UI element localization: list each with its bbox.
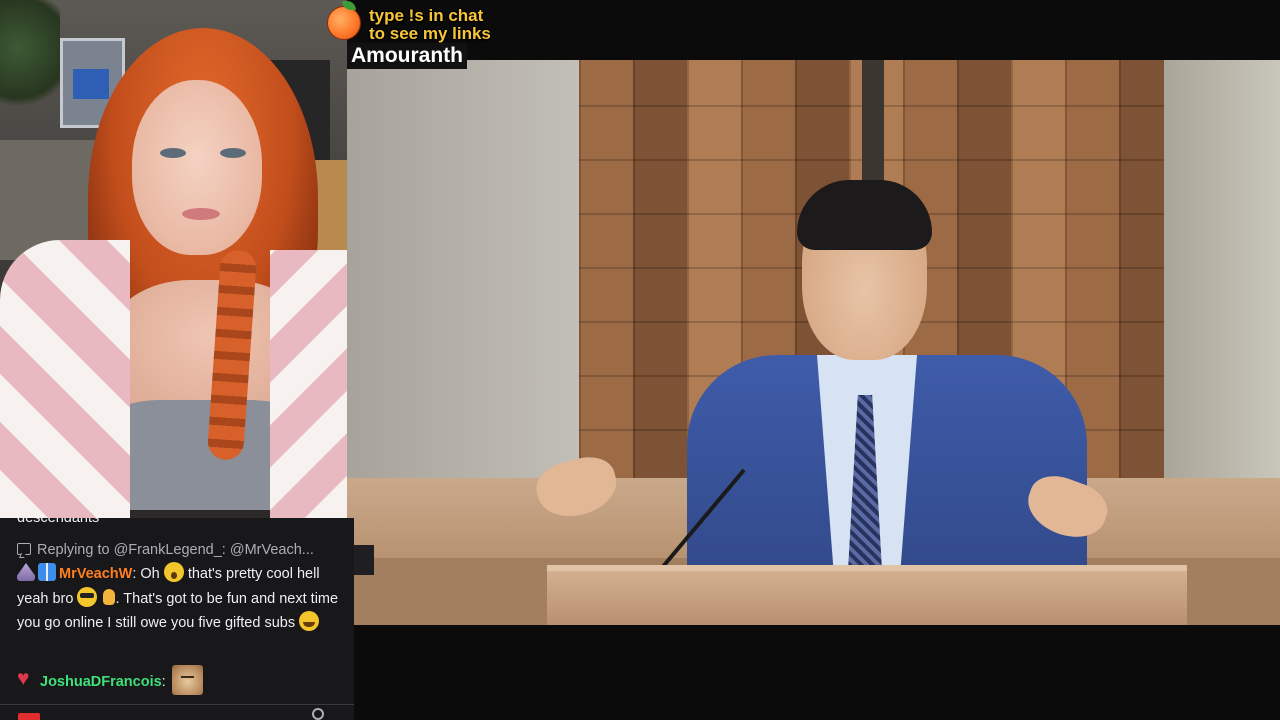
cat-emote-icon[interactable] — [171, 665, 203, 695]
banner-line-2: to see my links — [369, 24, 491, 43]
reply-text: Replying to @FrankLegend_: @MrVeach... — [37, 542, 314, 558]
laughing-emoji-icon — [299, 611, 320, 631]
chat-input-bar[interactable] — [0, 704, 354, 720]
reply-icon — [17, 543, 31, 555]
streamer-face — [132, 80, 262, 255]
hat-badge-icon[interactable] — [17, 563, 35, 581]
streamer-eye-left — [160, 148, 186, 158]
chat-panel[interactable]: descendants Replying to @FrankLegend_: @… — [0, 518, 354, 720]
streamer-mouth — [182, 208, 220, 220]
speaker-hair — [797, 180, 932, 250]
ok-hand-emoji-icon — [102, 587, 116, 607]
chat-text: : Oh — [132, 566, 160, 582]
blanket-left — [0, 240, 130, 518]
chat-bits-icon[interactable] — [18, 713, 40, 720]
gift-badge-icon[interactable] — [38, 563, 56, 581]
webcam-feed — [0, 0, 347, 518]
links-banner: type !s in chat to see my links Amourant… — [325, 1, 515, 69]
chat-username[interactable]: MrVeachW — [59, 566, 132, 582]
chat-username[interactable]: JoshuaDFrancois — [40, 674, 162, 690]
background-plant — [0, 0, 60, 120]
peach-icon — [327, 1, 361, 40]
chat-message-clipped: descendants — [17, 518, 100, 526]
astonished-emoji-icon — [163, 562, 184, 582]
blanket-right — [270, 250, 347, 518]
sunglasses-emoji-icon — [77, 586, 98, 607]
heart-badge-icon[interactable] — [17, 667, 37, 691]
stream-layout: type !s in chat to see my links Amourant… — [0, 0, 1280, 720]
chat-message[interactable]: JoshuaDFrancois: — [17, 665, 203, 695]
chat-text: : — [161, 674, 166, 690]
streamer-eye-right — [220, 148, 246, 158]
streamer-name: Amouranth — [347, 43, 467, 69]
gear-icon[interactable] — [312, 708, 324, 720]
chat-collapse-tab[interactable] — [354, 545, 374, 575]
podium — [547, 565, 1187, 625]
reply-context[interactable]: Replying to @FrankLegend_: @MrVeach... — [17, 539, 314, 563]
main-video-feed[interactable] — [347, 60, 1280, 625]
video-wall-left — [347, 60, 579, 490]
video-wall-right — [1164, 60, 1280, 490]
banner-line-1: type !s in chat — [369, 6, 484, 25]
chat-message[interactable]: MrVeachW: Oh that's pretty cool hell yea… — [17, 562, 347, 636]
